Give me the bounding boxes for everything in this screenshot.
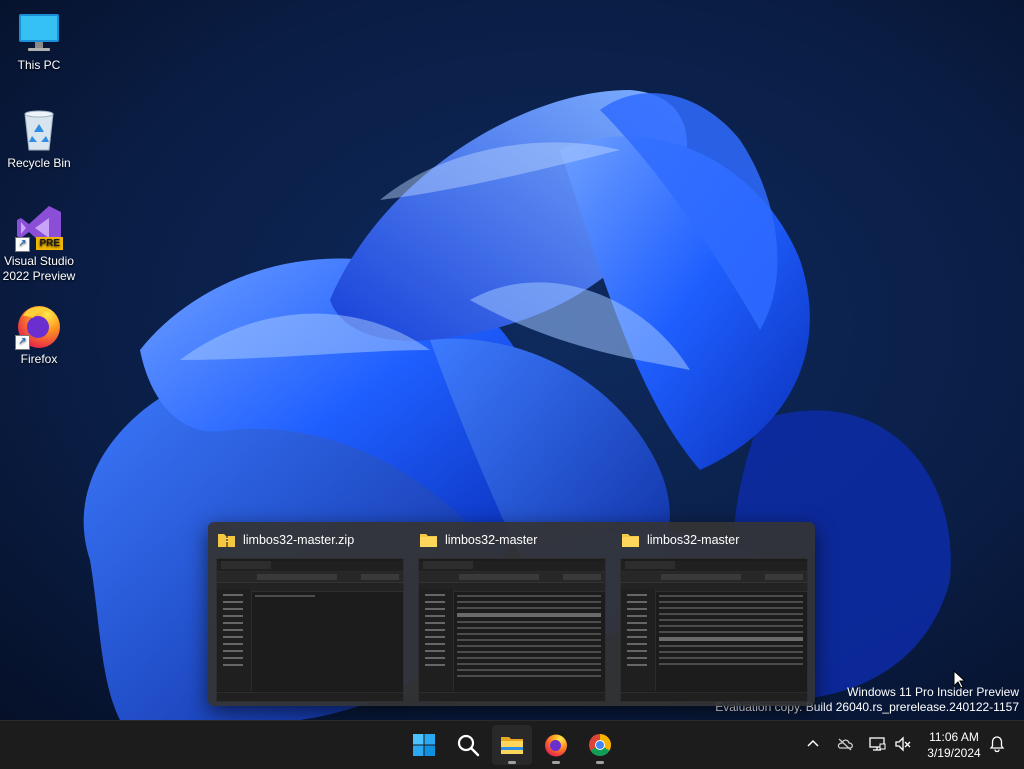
- zip-folder-icon: [218, 533, 235, 547]
- running-indicator: [552, 761, 560, 764]
- notification-bell-icon[interactable]: [988, 735, 1006, 753]
- desktop-icon-label: This PC: [17, 58, 61, 72]
- system-clock[interactable]: 11:06 AM 3/19/2024: [920, 729, 988, 761]
- thumbnail-title: limbos32-master.zip: [243, 533, 355, 547]
- thumbnail-title: limbos32-master: [647, 533, 740, 547]
- thumbnail-window-1[interactable]: limbos32-master.zip: [212, 522, 415, 706]
- search-icon: [457, 734, 480, 757]
- thumbnail-image: [418, 558, 606, 702]
- desktop-icon-label: Recycle Bin: [7, 156, 71, 170]
- taskbar-chrome[interactable]: [580, 725, 620, 765]
- monitor-icon: [15, 8, 63, 56]
- chrome-icon: [589, 734, 611, 756]
- preview-badge: PRE: [36, 237, 63, 250]
- shortcut-arrow-icon: ↗: [15, 335, 30, 350]
- desktop-icon-visual-studio[interactable]: PRE ↗ Visual Studio 2022 Preview: [0, 204, 78, 284]
- desktop-icon-this-pc[interactable]: This PC: [0, 8, 78, 73]
- clock-time: 11:06 AM: [929, 730, 979, 744]
- windows-logo-icon: [413, 734, 435, 756]
- thumbnail-image: [620, 558, 808, 702]
- firefox-icon: [545, 734, 567, 757]
- chevron-up-icon[interactable]: [804, 735, 822, 753]
- recycle-bin-icon: [15, 106, 63, 154]
- thumbnail-title: limbos32-master: [445, 533, 538, 547]
- shortcut-arrow-icon: ↗: [15, 237, 30, 252]
- clock-date: 3/19/2024: [927, 746, 981, 760]
- desktop-icon-firefox[interactable]: ↗ Firefox: [0, 302, 78, 367]
- folder-icon: [501, 737, 523, 754]
- taskbar-file-explorer[interactable]: [492, 725, 532, 765]
- desktop-icon-recycle-bin[interactable]: Recycle Bin: [0, 106, 78, 171]
- search-button[interactable]: [448, 725, 488, 765]
- thumbnail-window-3[interactable]: limbos32-master: [616, 522, 819, 706]
- running-indicator: [596, 761, 604, 764]
- folder-icon: [420, 533, 437, 547]
- firefox-icon: ↗: [15, 302, 63, 350]
- taskbar-firefox[interactable]: [536, 725, 576, 765]
- onedrive-offline-icon[interactable]: [836, 735, 854, 753]
- desktop-icon-label: Firefox: [20, 352, 58, 366]
- speaker-muted-icon[interactable]: [894, 735, 912, 753]
- taskbar: 11:06 AM 3/19/2024: [0, 720, 1024, 769]
- start-button[interactable]: [404, 725, 444, 765]
- network-icon[interactable]: [868, 735, 886, 753]
- running-indicator: [508, 761, 516, 764]
- taskbar-thumbnail-preview: limbos32-master.zip limbos32-master limb…: [208, 522, 815, 706]
- visual-studio-icon: PRE ↗: [15, 204, 63, 252]
- mouse-cursor-icon: [953, 670, 966, 689]
- thumbnail-window-2[interactable]: limbos32-master: [414, 522, 617, 706]
- thumbnail-image: [216, 558, 404, 702]
- desktop-icon-label: Visual Studio 2022 Preview: [2, 254, 76, 283]
- folder-icon: [622, 533, 639, 547]
